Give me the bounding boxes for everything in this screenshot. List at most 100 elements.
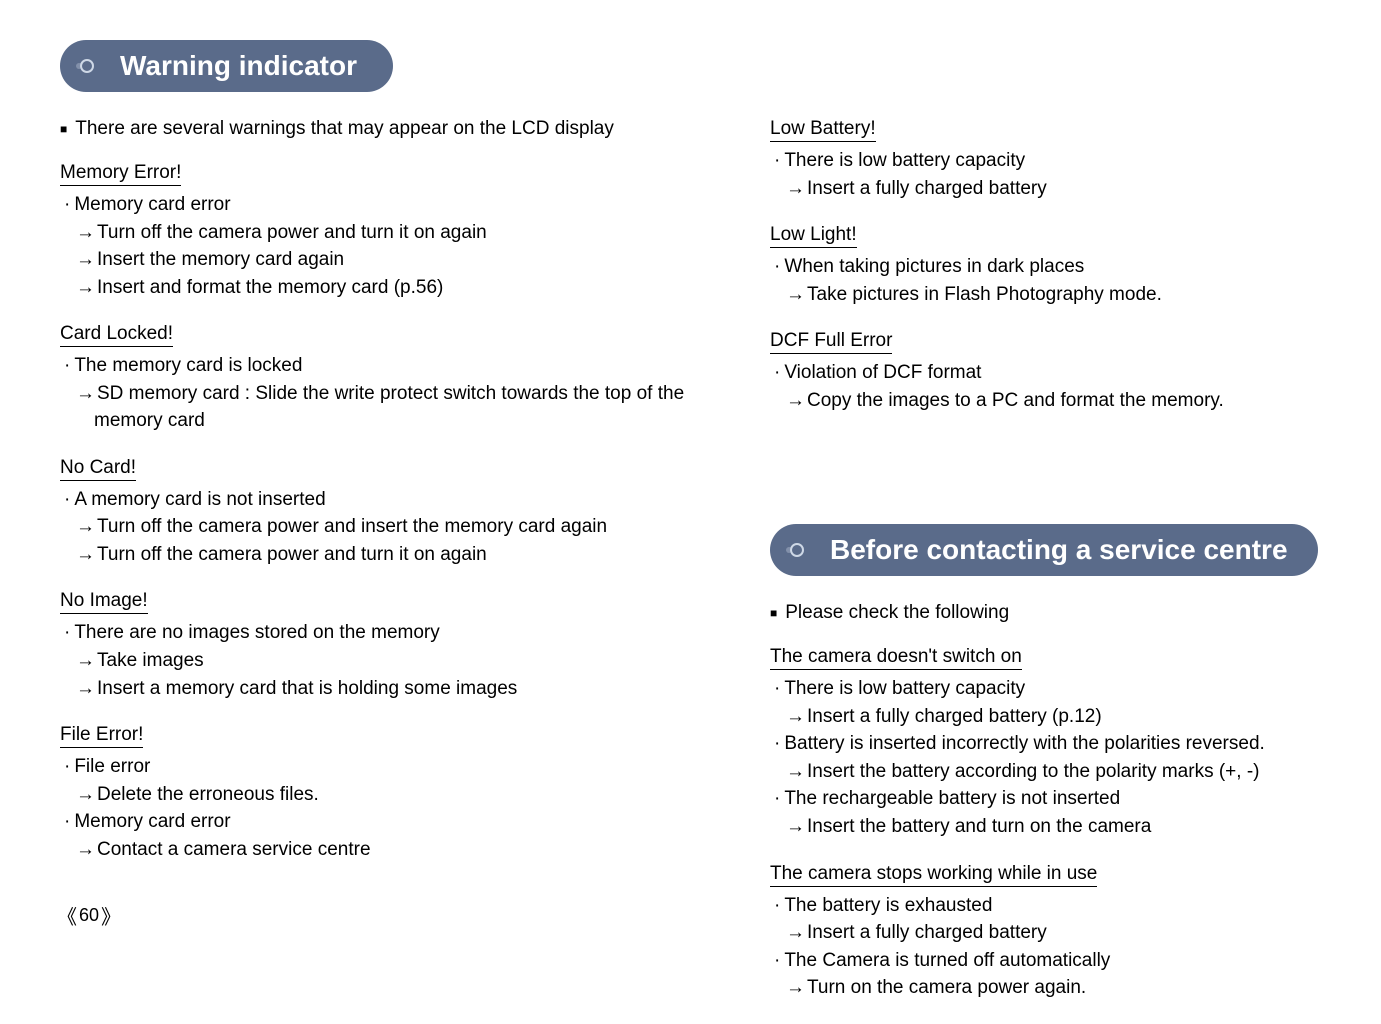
no-image-item-text: There are no images stored on the memory <box>74 622 439 643</box>
no-switch-item-1-text: There is low battery capacity <box>784 678 1025 699</box>
stops-fix-2: →Turn on the camera power again. <box>774 974 1321 1002</box>
low-light-fix-1-text: Take pictures in Flash Photography mode. <box>807 284 1162 305</box>
low-battery-fix-1-text: Insert a fully charged battery <box>807 178 1047 199</box>
file-error-item-1: ·File error <box>64 753 730 781</box>
memory-error-item-text: Memory card error <box>74 194 230 215</box>
memory-error-fix-2: →Insert the memory card again <box>64 246 730 274</box>
stops-item-2-text: The Camera is turned off automatically <box>784 950 1110 971</box>
file-error-item-2: ·Memory card error <box>64 808 730 836</box>
section-no-image: No Image! ·There are no images stored on… <box>60 590 730 702</box>
page-number-value: 60 <box>79 905 99 926</box>
no-switch-fix-1-text: Insert a fully charged battery (p.12) <box>807 706 1102 727</box>
memory-error-fix-2-text: Insert the memory card again <box>97 249 344 270</box>
memory-error-fix-3-text: Insert and format the memory card (p.56) <box>97 277 443 298</box>
no-switch-fix-3: →Insert the battery and turn on the came… <box>774 813 1321 841</box>
memory-error-item: ·Memory card error <box>64 191 730 219</box>
no-card-item: ·A memory card is not inserted <box>64 486 730 514</box>
dcf-error-fix-1: →Copy the images to a PC and format the … <box>774 387 1321 415</box>
no-card-title: No Card! <box>60 457 136 481</box>
no-card-fix-1-text: Turn off the camera power and insert the… <box>97 516 607 537</box>
file-error-fix-2-text: Contact a camera service centre <box>97 839 371 860</box>
file-error-title: File Error! <box>60 724 143 748</box>
lead-before-contacting: ■ Please check the following <box>770 602 1321 624</box>
section-memory-error: Memory Error! ·Memory card error →Turn o… <box>60 162 730 301</box>
square-bullet-icon: ■ <box>60 122 67 136</box>
section-no-switch: The camera doesn't switch on ·There is l… <box>770 646 1321 840</box>
card-locked-fix-1-text: SD memory card : Slide the write protect… <box>94 383 684 432</box>
page-number: 《 60 》 <box>55 901 123 930</box>
no-image-fix-2-text: Insert a memory card that is holding som… <box>97 678 517 699</box>
no-image-item: ·There are no images stored on the memor… <box>64 619 730 647</box>
section-no-card: No Card! ·A memory card is not inserted … <box>60 457 730 569</box>
before-contacting-block: Before contacting a service centre ■ Ple… <box>770 524 1321 1001</box>
section-dcf-error: DCF Full Error ·Violation of DCF format … <box>770 330 1321 414</box>
card-locked-item: ·The memory card is locked <box>64 352 730 380</box>
lead-warning-text: There are several warnings that may appe… <box>75 118 614 140</box>
stops-fix-1-text: Insert a fully charged battery <box>807 922 1047 943</box>
memory-error-fix-3: →Insert and format the memory card (p.56… <box>64 274 730 302</box>
square-bullet-icon: ■ <box>770 606 777 620</box>
memory-error-fix-1-text: Turn off the camera power and turn it on… <box>97 222 487 243</box>
file-error-item-1-text: File error <box>74 756 150 777</box>
right-column: Low Battery! ·There is low battery capac… <box>750 118 1321 1024</box>
low-light-item-text: When taking pictures in dark places <box>784 256 1084 277</box>
no-switch-item-1: ·There is low battery capacity <box>774 675 1321 703</box>
stops-fix-1: →Insert a fully charged battery <box>774 919 1321 947</box>
section-stops: The camera stops working while in use ·T… <box>770 863 1321 1002</box>
file-error-fix-2: →Contact a camera service centre <box>64 836 730 864</box>
no-card-fix-2-text: Turn off the camera power and turn it on… <box>97 544 487 565</box>
stops-item-1-text: The battery is exhausted <box>784 895 992 916</box>
no-card-item-text: A memory card is not inserted <box>74 489 325 510</box>
no-image-fix-2: →Insert a memory card that is holding so… <box>64 675 730 703</box>
no-switch-title: The camera doesn't switch on <box>770 646 1022 670</box>
left-column: ■ There are several warnings that may ap… <box>60 118 750 1024</box>
memory-error-title: Memory Error! <box>60 162 181 186</box>
two-column-body: ■ There are several warnings that may ap… <box>60 118 1321 1024</box>
no-switch-fix-2: →Insert the battery according to the pol… <box>774 758 1321 786</box>
low-battery-item-text: There is low battery capacity <box>784 150 1025 171</box>
file-error-fix-1: →Delete the erroneous files. <box>64 781 730 809</box>
lead-before-contacting-text: Please check the following <box>785 602 1009 624</box>
no-switch-fix-1: →Insert a fully charged battery (p.12) <box>774 703 1321 731</box>
no-card-fix-1: →Turn off the camera power and insert th… <box>64 513 730 541</box>
before-contacting-title: Before contacting a service centre <box>830 534 1288 565</box>
dcf-error-title: DCF Full Error <box>770 330 892 354</box>
low-battery-title: Low Battery! <box>770 118 876 142</box>
card-locked-fix-1: →SD memory card : Slide the write protec… <box>64 380 730 435</box>
pill-dot-icon <box>80 59 94 73</box>
pill-dot-icon <box>790 543 804 557</box>
no-card-fix-2: →Turn off the camera power and turn it o… <box>64 541 730 569</box>
page: Warning indicator ■ There are several wa… <box>0 0 1381 954</box>
no-switch-fix-2-text: Insert the battery according to the pola… <box>807 761 1260 782</box>
section-low-light: Low Light! ·When taking pictures in dark… <box>770 224 1321 308</box>
no-image-title: No Image! <box>60 590 148 614</box>
low-light-item: ·When taking pictures in dark places <box>774 253 1321 281</box>
no-image-fix-1-text: Take images <box>97 650 204 671</box>
lead-warning: ■ There are several warnings that may ap… <box>60 118 730 140</box>
stops-fix-2-text: Turn on the camera power again. <box>807 977 1086 998</box>
file-error-item-2-text: Memory card error <box>74 811 230 832</box>
angle-right-icon: 》 <box>99 901 123 930</box>
no-switch-item-2: ·Battery is inserted incorrectly with th… <box>774 730 1321 758</box>
file-error-fix-1-text: Delete the erroneous files. <box>97 784 319 805</box>
stops-item-2: ·The Camera is turned off automatically <box>774 947 1321 975</box>
low-battery-item: ·There is low battery capacity <box>774 147 1321 175</box>
low-battery-fix-1: →Insert a fully charged battery <box>774 175 1321 203</box>
low-light-title: Low Light! <box>770 224 857 248</box>
no-switch-item-3-text: The rechargeable battery is not inserted <box>784 788 1120 809</box>
stops-title: The camera stops working while in use <box>770 863 1097 887</box>
section-card-locked: Card Locked! ·The memory card is locked … <box>60 323 730 435</box>
dcf-error-fix-1-text: Copy the images to a PC and format the m… <box>807 390 1224 411</box>
warning-indicator-title: Warning indicator <box>120 50 357 81</box>
no-switch-item-3: ·The rechargeable battery is not inserte… <box>774 785 1321 813</box>
card-locked-title: Card Locked! <box>60 323 173 347</box>
dcf-error-item-text: Violation of DCF format <box>784 362 981 383</box>
warning-indicator-pill: Warning indicator <box>60 40 393 92</box>
memory-error-fix-1: →Turn off the camera power and turn it o… <box>64 219 730 247</box>
no-switch-fix-3-text: Insert the battery and turn on the camer… <box>807 816 1151 837</box>
dcf-error-item: ·Violation of DCF format <box>774 359 1321 387</box>
no-image-fix-1: →Take images <box>64 647 730 675</box>
no-switch-item-2-text: Battery is inserted incorrectly with the… <box>784 733 1264 754</box>
section-file-error: File Error! ·File error →Delete the erro… <box>60 724 730 863</box>
low-light-fix-1: →Take pictures in Flash Photography mode… <box>774 281 1321 309</box>
